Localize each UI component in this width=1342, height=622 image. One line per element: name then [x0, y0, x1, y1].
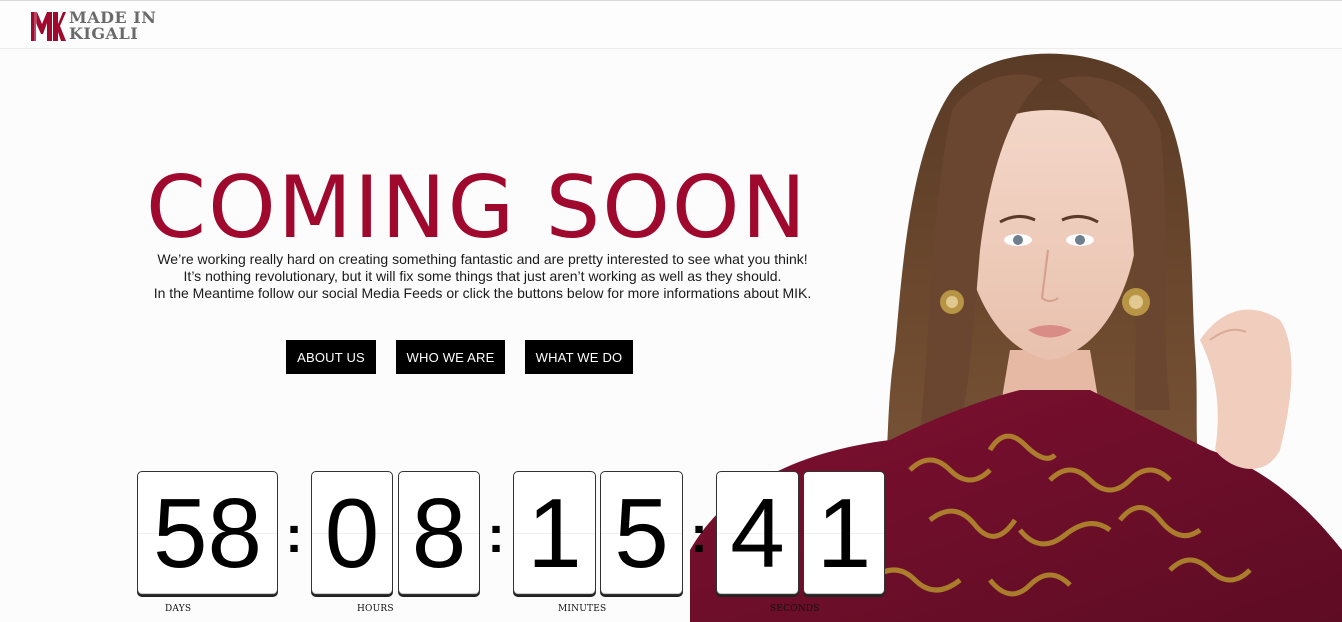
- page-title: COMING SOON: [146, 158, 808, 258]
- intro-line-2: It’s nothing revolutionary, but it will …: [183, 268, 782, 284]
- site-header: MADE IN KIGALI: [0, 1, 1342, 49]
- brand-logo[interactable]: MADE IN KIGALI: [30, 9, 156, 43]
- countdown-days-card: 58: [137, 471, 278, 595]
- about-us-button[interactable]: ABOUT US: [286, 340, 376, 374]
- countdown-separator: :: [487, 506, 505, 564]
- countdown-minutes-digit-2: 5: [600, 471, 683, 595]
- countdown-label-days: DAYS: [165, 604, 192, 614]
- logo-line-2: KIGALI: [69, 24, 139, 43]
- countdown-hours-digit-2: 8: [398, 471, 480, 595]
- countdown-label-minutes: MINUTES: [558, 604, 607, 614]
- countdown-seconds-digit-2: 1: [803, 471, 885, 595]
- intro-line-3: In the Meantime follow our social Media …: [153, 285, 812, 301]
- countdown-separator: :: [690, 506, 708, 564]
- countdown-seconds-digit-1: 4: [716, 471, 799, 595]
- who-we-are-button[interactable]: WHO WE ARE: [396, 340, 505, 374]
- countdown-separator: :: [285, 506, 303, 564]
- what-we-do-button[interactable]: WHAT WE DO: [525, 340, 633, 374]
- countdown-minutes-digit-1: 1: [513, 471, 596, 595]
- countdown-label-hours: HOURS: [357, 604, 394, 614]
- intro-line-1: We’re working really hard on creating so…: [157, 251, 808, 267]
- mik-logo-mark-icon: [31, 12, 66, 41]
- countdown-label-seconds: SECONDS: [770, 604, 820, 614]
- intro-paragraph: We’re working really hard on creating so…: [120, 251, 845, 302]
- logo-wordmark: MADE IN KIGALI: [69, 10, 156, 42]
- countdown-hours-digit-1: 0: [311, 471, 393, 595]
